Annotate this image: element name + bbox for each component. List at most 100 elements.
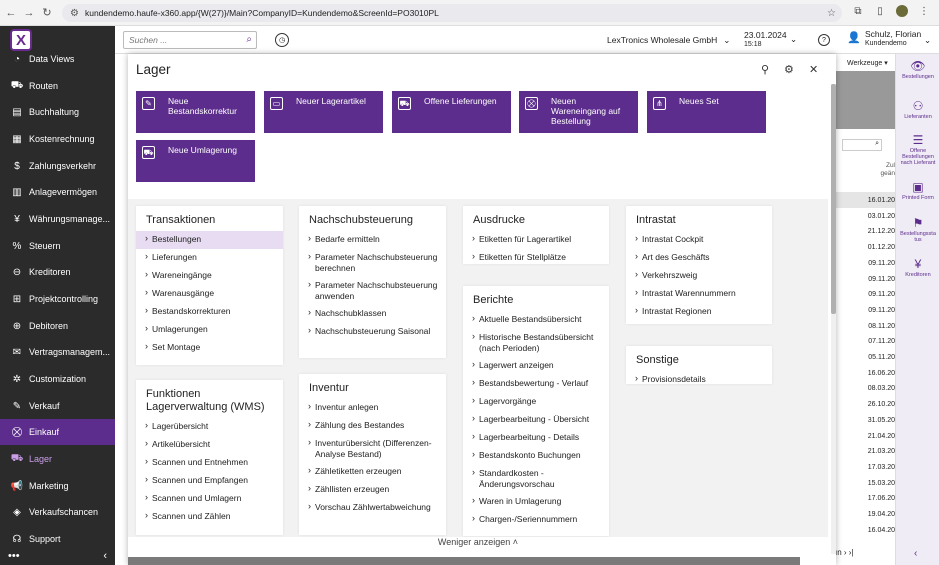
user-menu[interactable]: 👤 Schulz, Florian Kundendemo ⌄ [847, 29, 931, 49]
link-standardkosten-änderungsvorschau[interactable]: Standardkosten - Änderungsvorschau [463, 465, 609, 493]
link-artikelübersicht[interactable]: Artikelübersicht [136, 436, 283, 454]
background-row-date[interactable]: 21.12.20 [865, 228, 895, 235]
background-row-date[interactable]: 16.06.20 [865, 370, 895, 377]
link-waren-in-umlagerung[interactable]: Waren in Umlagerung [463, 493, 609, 511]
link-warenausgänge[interactable]: Warenausgänge [136, 285, 283, 303]
link-wareneingänge[interactable]: Wareneingänge [136, 267, 283, 285]
show-less-button[interactable]: Weniger anzeigen ˄ [128, 537, 828, 551]
help-icon[interactable]: ? [818, 34, 830, 46]
close-icon[interactable]: ✕ [809, 63, 818, 76]
horizontal-scrollbar[interactable] [128, 557, 800, 565]
tile-neue-bestandskorrektur[interactable]: ✎ Neue Bestandskorrektur [136, 91, 255, 133]
background-row-date[interactable]: 19.04.20 [865, 511, 895, 518]
action-lieferanten[interactable]: ⚇ Lieferanten [896, 100, 939, 121]
menu-dots-icon[interactable]: ⋮ [918, 5, 930, 17]
background-row-date[interactable]: 07.11.20 [865, 338, 895, 345]
background-row-date[interactable]: 08.03.20 [865, 385, 895, 392]
reload-icon[interactable]: ↻ [40, 6, 54, 19]
link-etiketten-für-stellplätze[interactable]: Etiketten für Stellplätze [463, 249, 609, 267]
tile-neues-set[interactable]: ⋔ Neues Set [647, 91, 766, 133]
link-verkehrszweig[interactable]: Verkehrszweig [626, 267, 772, 285]
link-intrastat-regionen[interactable]: Intrastat Regionen [626, 303, 772, 321]
search-icon[interactable]: ⌕ [246, 34, 252, 45]
sidebar-item-zahlungsverkehr[interactable]: $ Zahlungsverkehr [0, 153, 115, 179]
tools-menu[interactable]: Werkzeuge ▾ [847, 59, 888, 67]
background-row-date[interactable]: 05.11.20 [865, 354, 895, 361]
link-zähllisten-erzeugen[interactable]: Zähllisten erzeugen [299, 481, 446, 499]
sidebar-item-routen[interactable]: ⛟ Routen [0, 73, 115, 99]
link-bestandsbewertung-verlauf[interactable]: Bestandsbewertung - Verlauf [463, 375, 609, 393]
background-row-date[interactable]: 21.03.20 [865, 448, 895, 455]
sidebar-item-anlagevermögen[interactable]: ▥ Anlagevermögen [0, 179, 115, 205]
link-scannen-und-empfangen[interactable]: Scannen und Empfangen [136, 472, 283, 490]
background-row-date[interactable]: 01.12.20 [865, 244, 895, 251]
sidebar-item-kostenrechnung[interactable]: ▦ Kostenrechnung [0, 126, 115, 152]
site-settings-icon[interactable]: ⚙ [70, 8, 79, 19]
link-intrastat-warennummern[interactable]: Intrastat Warennummern [626, 285, 772, 303]
date-selector[interactable]: 23.01.2024 15:18 ⌄ [744, 30, 797, 50]
link-lagerwert-anzeigen[interactable]: Lagerwert anzeigen [463, 357, 609, 375]
address-bar[interactable]: ⚙ kundendemo.haufe-x360.app/{W(27)}/Main… [62, 4, 842, 22]
background-row-date[interactable]: 26.10.20 [865, 401, 895, 408]
sidebar-item-verkauf[interactable]: ✎ Verkauf [0, 393, 115, 419]
link-etiketten-für-lagerartikel[interactable]: Etiketten für Lagerartikel [463, 231, 609, 249]
sidebar-item-marketing[interactable]: 📢 Marketing [0, 473, 115, 499]
sidebar-item-projektcontrolling[interactable]: ⊞ Projektcontrolling [0, 286, 115, 312]
sidepanel-icon[interactable]: ▯ [874, 5, 886, 17]
action-kreditoren[interactable]: ¥ Kreditoren [896, 258, 939, 279]
tile-neuer-lagerartikel[interactable]: ▭ Neuer Lagerartikel [264, 91, 383, 133]
background-row-date[interactable]: 09.11.20 [865, 260, 895, 267]
background-row-date[interactable]: 09.11.20 [865, 276, 895, 283]
action-bestellungssta-tus[interactable]: ⚑ Bestellungssta tus [896, 217, 939, 244]
background-row-date[interactable]: 15.03.20 [865, 480, 895, 487]
sidebar-item-vertragsmanagem[interactable]: ✉ Vertragsmanagem... [0, 339, 115, 365]
link-zählung-des-bestandes[interactable]: Zählung des Bestandes [299, 417, 446, 435]
link-aktuelle-bestandsübersicht[interactable]: Aktuelle Bestandsübersicht [463, 311, 609, 329]
link-bestandskonto-buchungen[interactable]: Bestandskonto Buchungen [463, 447, 609, 465]
forward-icon[interactable]: → [22, 7, 36, 19]
link-intrastat-cockpit[interactable]: Intrastat Cockpit [626, 231, 772, 249]
sidebar-item-lager[interactable]: ⛟ Lager [0, 446, 115, 472]
link-lagerbearbeitung-übersicht[interactable]: Lagerbearbeitung - Übersicht [463, 411, 609, 429]
tile-neue-umlagerung[interactable]: ⛟ Neue Umlagerung [136, 140, 255, 182]
profile-avatar[interactable] [896, 5, 908, 17]
more-icon[interactable]: ••• [8, 550, 20, 562]
link-bestellungen[interactable]: Bestellungen [136, 231, 283, 249]
tile-offene-lieferungen[interactable]: ⛟ Offene Lieferungen [392, 91, 511, 133]
sidebar-item-währungsmanage[interactable]: ¥ Währungsmanage... [0, 206, 115, 232]
collapse-actions-icon[interactable]: ‹ [914, 548, 917, 559]
sidebar-item-data-views[interactable]: ◔ Data Views [0, 46, 115, 72]
link-nachschubsteuerung-saisonal[interactable]: Nachschubsteuerung Saisonal [299, 323, 446, 341]
sidebar-item-customization[interactable]: ✲ Customization [0, 366, 115, 392]
background-row-date[interactable]: 03.01.20 [865, 213, 895, 220]
background-row-date[interactable]: 21.04.20 [865, 433, 895, 440]
history-icon[interactable]: ◷ [275, 33, 289, 47]
action-offene-bestellungen-nach-lieferant[interactable]: ☰ Offene Bestellungen nach Lieferant [896, 134, 939, 167]
link-historische-bestandsübersicht-nach-perioden[interactable]: Historische Bestandsübersicht (nach Peri… [463, 329, 609, 357]
link-umlagerungen[interactable]: Umlagerungen [136, 321, 283, 339]
background-row-date[interactable]: 09.11.20 [865, 307, 895, 314]
pager[interactable]: ın › ›| [835, 548, 854, 557]
background-row-date[interactable]: 31.05.20 [865, 417, 895, 424]
sidebar-item-kreditoren[interactable]: ⊖ Kreditoren [0, 259, 115, 285]
link-chargen-seriennummern[interactable]: Chargen-/Seriennummern [463, 511, 609, 529]
sidebar-item-verkaufschancen[interactable]: ◈ Verkaufschancen [0, 499, 115, 525]
link-zähletiketten-erzeugen[interactable]: Zähletiketten erzeugen [299, 463, 446, 481]
background-row-date[interactable]: 09.11.20 [865, 291, 895, 298]
collapse-sidebar-icon[interactable]: ‹ [103, 550, 107, 562]
link-scannen-und-zählen[interactable]: Scannen und Zählen [136, 508, 283, 526]
link-parameter-nachschubsteuerung-anwenden[interactable]: Parameter Nachschubsteuerung anwenden [299, 277, 446, 305]
link-set-montage[interactable]: Set Montage [136, 339, 283, 357]
extensions-icon[interactable]: ⧉ [852, 5, 864, 17]
link-art-des-geschäfts[interactable]: Art des Geschäfts [626, 249, 772, 267]
bookmark-star-icon[interactable]: ☆ [827, 8, 836, 19]
link-bestandskorrekturen[interactable]: Bestandskorrekturen [136, 303, 283, 321]
scrollbar-thumb[interactable] [831, 84, 836, 314]
search-input[interactable]: Suchen ... ⌕ [123, 31, 257, 49]
link-lagervorgänge[interactable]: Lagervorgänge [463, 393, 609, 411]
link-lieferungen[interactable]: Lieferungen [136, 249, 283, 267]
background-row-date[interactable]: 17.03.20 [865, 464, 895, 471]
link-inventurübersicht-differenzen-analyse-bestand[interactable]: Inventurübersicht (Differenzen-Analyse B… [299, 435, 446, 463]
link-scannen-und-umlagern[interactable]: Scannen und Umlagern [136, 490, 283, 508]
sidebar-item-einkauf[interactable]: ⛒ Einkauf [0, 419, 115, 445]
